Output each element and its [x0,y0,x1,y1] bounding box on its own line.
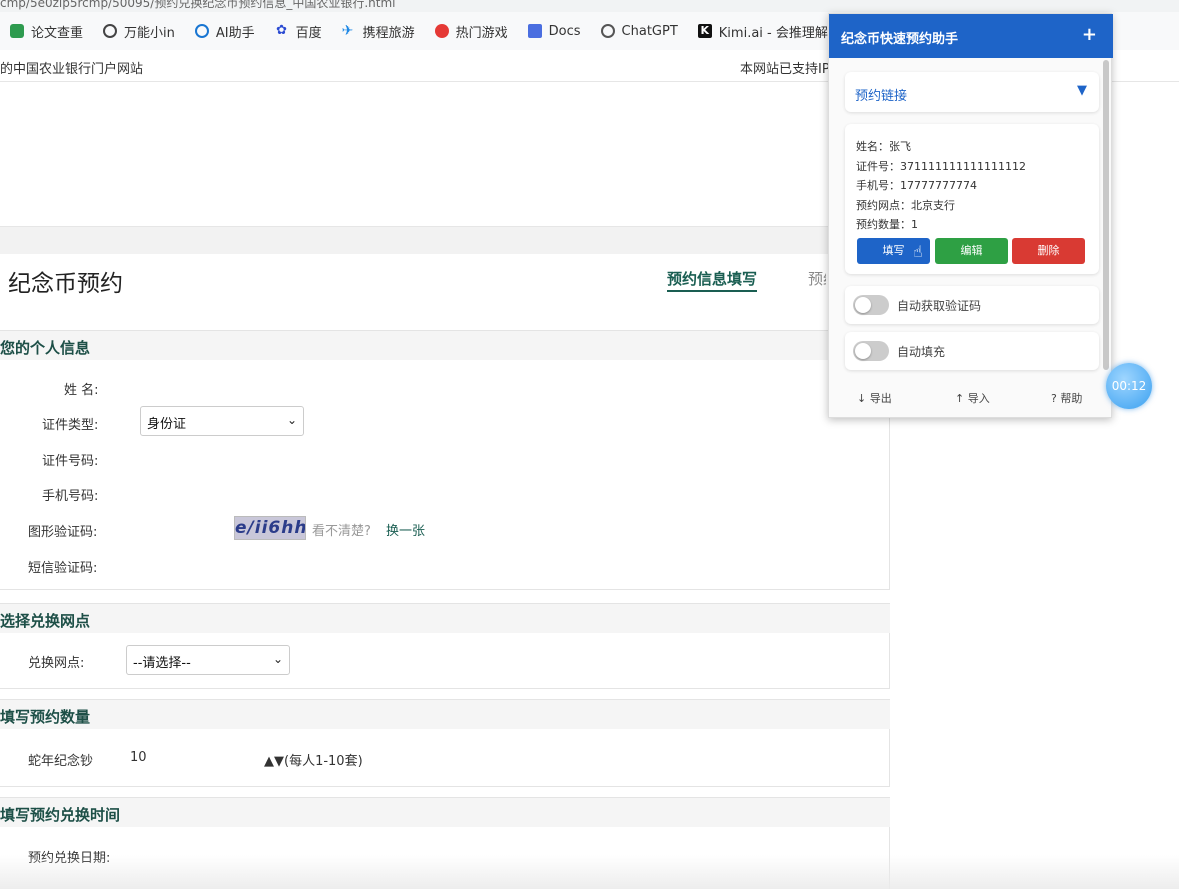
export-button[interactable]: ↓ 导出 [857,390,892,406]
profile-branch: 预约网点：北京支行 [856,199,955,212]
bookmark-lunwen[interactable]: 论文查重 [0,12,93,50]
portal-link[interactable]: 的中国农业银行门户网站 [0,58,143,77]
extension-header: 纪念币快速预约助手 + [829,14,1113,58]
page-title-bar: 纪念币预约 预约信息填写 预约 [0,254,890,302]
profile-card: 姓名：张飞 证件号：371111111111111112 手机号：1777777… [845,124,1099,274]
tab-next-step[interactable]: 预约 [808,268,826,289]
bookmark-wanneng[interactable]: 万能小in [93,12,185,50]
quantity-label: 蛇年纪念钞 [28,754,94,769]
bookmark-chatgpt[interactable]: ChatGPT [591,12,688,50]
branch-header: 选择兑换网点 [0,603,890,633]
auto-captcha-toggle[interactable] [853,295,889,315]
delete-button[interactable]: 删除 [1012,238,1085,264]
bookmark-docs[interactable]: Docs [518,12,591,50]
extension-footer: ↓ 导出 ↑ 导入 ? 帮助 [829,384,1113,410]
hot-games-icon [434,24,449,38]
auto-fill-label: 自动填充 [897,345,946,359]
auto-fill-toggle-row: 自动填充 [845,332,1099,370]
captcha-refresh-link[interactable]: 换一张 [386,520,425,539]
scrollbar[interactable] [1103,60,1109,370]
auto-fill-toggle[interactable] [853,341,889,361]
profile-phone: 手机号：17777777774 [856,179,977,192]
import-button[interactable]: ↑ 导入 [955,390,990,406]
quantity-input[interactable]: 10 [130,750,147,765]
bottom-fade [0,855,1179,889]
edit-button[interactable]: 编辑 [935,238,1008,264]
triangle-down-icon: ▼ [1077,83,1087,98]
hand-cursor-icon: ☝ [913,242,923,261]
paper-check-icon [10,24,24,38]
profile-id: 证件号：371111111111111112 [856,160,1026,173]
bookmark-hot-games[interactable]: 热门游戏 [425,12,518,50]
ctrip-icon: ✈ [341,23,354,39]
branch-label: 兑换网点: [28,656,85,671]
url-text: cmp/5e0zip5rcmp/50095/预约兑换纪念币预约信息_中国农业银行… [0,0,396,10]
chevron-down-icon: ⌄ [272,652,283,666]
ipv6-note: 本网站已支持IPv [740,62,838,77]
sms-code-label: 短信验证码: [28,561,98,576]
captcha-hint: 看不清楚? [312,524,371,539]
bookmark-ai[interactable]: AI助手 [185,12,265,50]
personal-info-header: 您的个人信息 [0,330,890,360]
extension-panel: 纪念币快速预约助手 + 预约链接 ▼ 姓名：张飞 证件号：37111111111… [828,13,1113,418]
captcha-image[interactable]: e/ii6hh [234,516,306,540]
extension-title: 纪念币快速预约助手 [841,32,959,47]
bookmark-kimi[interactable]: K Kimi.ai - 会推理解... [688,12,850,50]
add-icon[interactable]: + [1082,24,1097,45]
profile-name: 姓名：张飞 [856,140,911,153]
chevron-down-icon: ⌄ [286,413,297,427]
personal-info-body [0,360,890,590]
bookmark-baidu[interactable]: ✿ 百度 [265,12,332,50]
profile-count: 预约数量：1 [856,218,918,231]
exchange-time-header: 填写预约兑换时间 [0,797,890,827]
bookmark-ctrip[interactable]: ✈ 携程旅游 [332,12,425,50]
page-divider [0,226,890,254]
baidu-paw-icon: ✿ [276,23,288,38]
quantity-header: 填写预约数量 [0,699,890,729]
phone-label: 手机号码: [42,489,99,504]
address-bar[interactable]: cmp/5e0zip5rcmp/50095/预约兑换纪念币预约信息_中国农业银行… [0,0,1179,12]
ai-assistant-icon [194,24,209,38]
name-label: 姓 名: [64,383,99,398]
link-dropdown[interactable]: 预约链接 ▼ [845,72,1099,112]
id-type-select[interactable]: 身份证 ⌄ [140,406,304,436]
page-title: 纪念币预约 [8,271,123,297]
quantity-stepper-hint[interactable]: ▲▼(每人1-10套) [264,750,363,769]
kimi-icon: K [697,24,712,38]
branch-select[interactable]: --请选择-- ⌄ [126,645,290,675]
timer-bubble[interactable]: 00:12 [1106,363,1152,409]
id-type-label: 证件类型: [42,418,99,433]
edge-icon [103,24,118,38]
auto-captcha-toggle-row: 自动获取验证码 [845,286,1099,324]
chatgpt-icon [600,24,615,38]
captcha-label: 图形验证码: [28,525,98,540]
tab-fill-info[interactable]: 预约信息填写 [667,268,758,292]
help-button[interactable]: ? 帮助 [1051,390,1082,406]
auto-captcha-label: 自动获取验证码 [897,299,982,313]
docs-icon [527,24,542,38]
id-number-label: 证件号码: [42,454,99,469]
